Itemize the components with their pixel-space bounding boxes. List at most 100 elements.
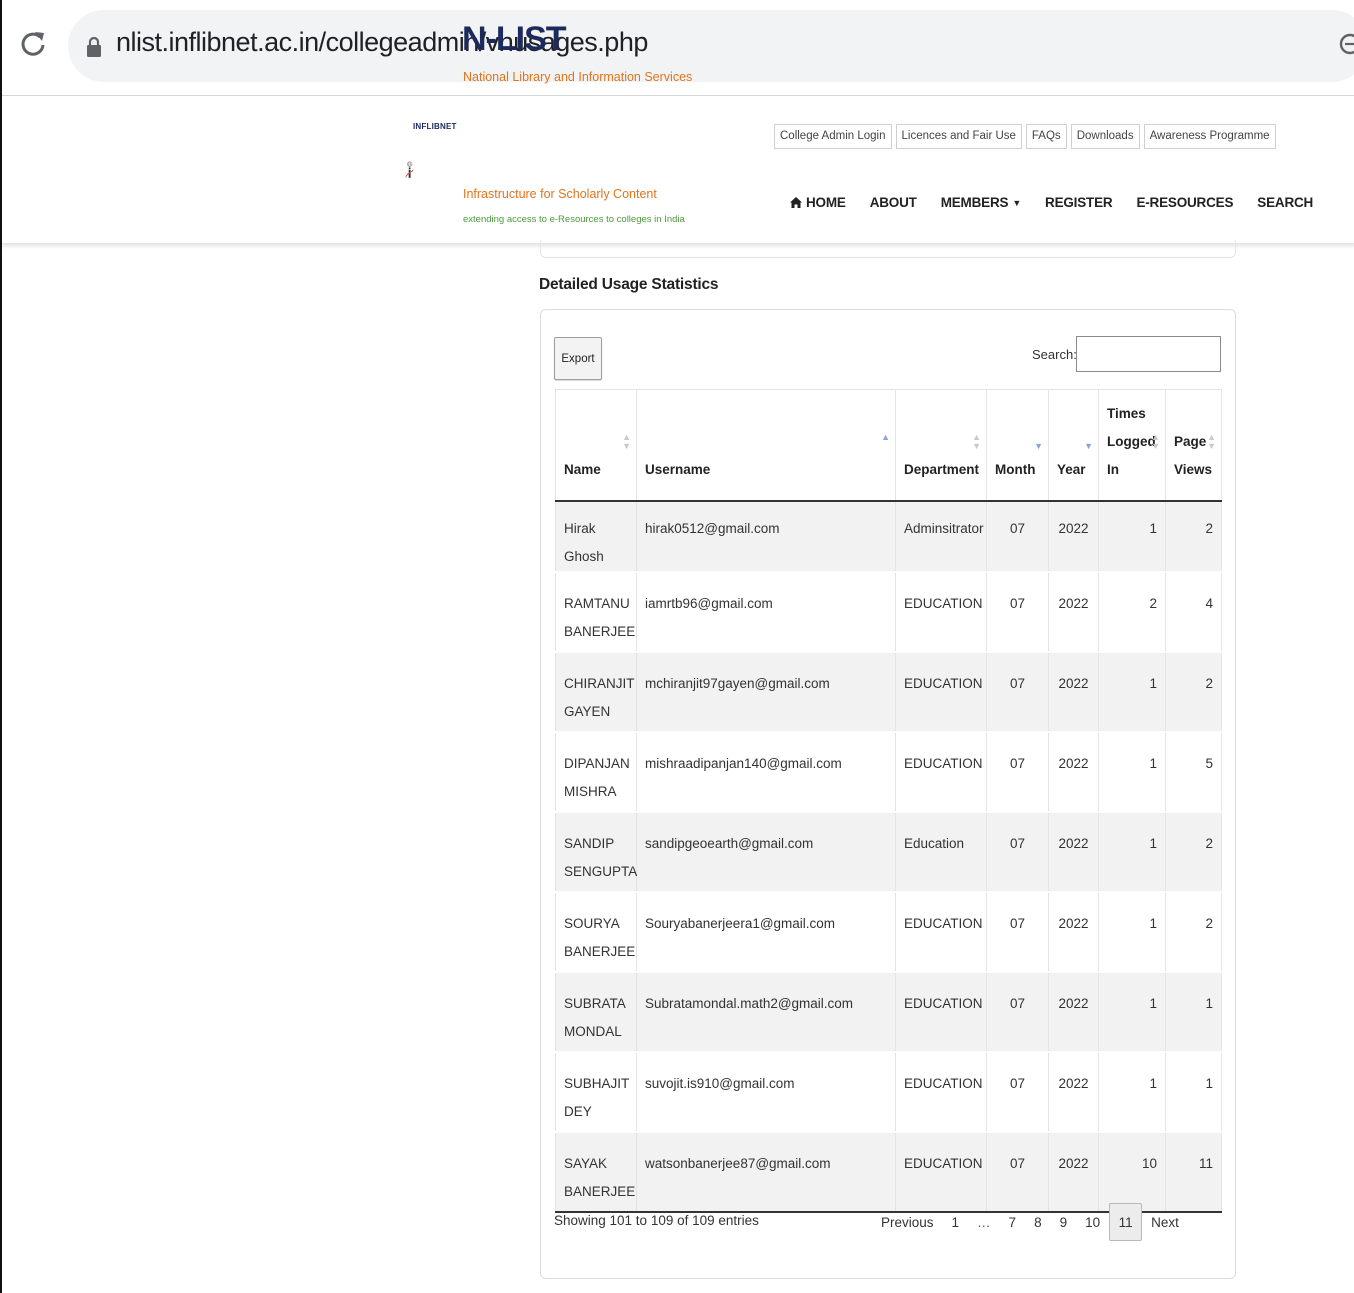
cell-username: Subratamondal.math2@gmail.com bbox=[636, 970, 896, 1052]
col-month-header[interactable]: Month ▼ bbox=[986, 389, 1049, 502]
cell-username: mishraadipanjan140@gmail.com bbox=[636, 730, 896, 812]
col-username-header[interactable]: Username ▲ bbox=[636, 389, 896, 502]
zoom-icon[interactable] bbox=[1338, 32, 1354, 62]
sort-both-icon: ▲ ▼ bbox=[1207, 431, 1216, 451]
table-row: SUBRATA MONDAL Subratamondal.math2@gmail… bbox=[555, 970, 1222, 1052]
page-11-current[interactable]: 11 bbox=[1109, 1203, 1143, 1241]
page-8[interactable]: 8 bbox=[1025, 1203, 1051, 1241]
reload-icon[interactable] bbox=[18, 28, 48, 62]
cell-year: 2022 bbox=[1048, 1050, 1099, 1132]
usage-table: Name ▲ ▼ Username ▲ Department ▲ ▼ Month ▼… bbox=[555, 389, 1222, 1213]
search-input[interactable] bbox=[1076, 336, 1221, 372]
cell-month: 07 bbox=[986, 1050, 1049, 1132]
cell-username: suvojit.is910@gmail.com bbox=[636, 1050, 896, 1132]
page-10[interactable]: 10 bbox=[1076, 1203, 1109, 1241]
faqs-link[interactable]: FAQs bbox=[1025, 124, 1067, 149]
cell-name: Hirak Ghosh bbox=[555, 499, 637, 572]
nav-home-label: HOME bbox=[806, 195, 846, 210]
cell-year: 2022 bbox=[1048, 570, 1099, 652]
cell-department: EDUCATION bbox=[895, 1130, 987, 1213]
cell-times: 10 bbox=[1098, 1130, 1166, 1213]
cell-month: 07 bbox=[986, 499, 1049, 572]
college-admin-login-link[interactable]: College Admin Login bbox=[774, 124, 892, 149]
page-previous[interactable]: Previous bbox=[872, 1203, 943, 1241]
cell-views: 2 bbox=[1165, 810, 1222, 892]
table-row: CHIRANJIT GAYEN mchiranjit97gayen@gmail.… bbox=[555, 650, 1222, 732]
cell-year: 2022 bbox=[1048, 499, 1099, 572]
col-times-label-2: Logged bbox=[1107, 433, 1156, 449]
col-department-header[interactable]: Department ▲ ▼ bbox=[895, 389, 987, 502]
cell-times: 1 bbox=[1098, 1050, 1166, 1132]
page-next[interactable]: Next bbox=[1142, 1203, 1188, 1241]
cell-views: 4 bbox=[1165, 570, 1222, 652]
table-header-row: Name ▲ ▼ Username ▲ Department ▲ ▼ Month ▼… bbox=[555, 389, 1222, 502]
cell-year: 2022 bbox=[1048, 1130, 1099, 1213]
col-username-label: Username bbox=[645, 461, 711, 477]
nav-eresources[interactable]: E-RESOURCES bbox=[1136, 195, 1233, 210]
cell-times: 1 bbox=[1098, 730, 1166, 812]
awareness-link[interactable]: Awareness Programme bbox=[1143, 124, 1276, 149]
nav-about[interactable]: ABOUT bbox=[870, 195, 917, 210]
search-label: Search: bbox=[1032, 347, 1077, 362]
inflibnet-globe-logo-icon[interactable] bbox=[405, 115, 455, 227]
col-name-header[interactable]: Name ▲ ▼ bbox=[555, 389, 637, 502]
previous-panel-edge bbox=[540, 240, 1236, 258]
table-info: Showing 101 to 109 of 109 entries bbox=[554, 1213, 759, 1228]
cell-department: EDUCATION bbox=[895, 650, 987, 732]
cell-department: Adminsitrator bbox=[895, 499, 987, 572]
sort-both-icon: ▲ ▼ bbox=[622, 431, 631, 451]
cell-views: 11 bbox=[1165, 1130, 1222, 1213]
page-9[interactable]: 9 bbox=[1051, 1203, 1077, 1241]
cell-name: CHIRANJIT GAYEN bbox=[555, 650, 637, 732]
cell-views: 2 bbox=[1165, 890, 1222, 972]
cell-year: 2022 bbox=[1048, 730, 1099, 812]
inflibnet-label: INFLIBNET bbox=[413, 122, 457, 131]
col-year-header[interactable]: Year ▼ bbox=[1048, 389, 1099, 502]
nav-members[interactable]: MEMBERS ▼ bbox=[941, 195, 1022, 210]
page-7[interactable]: 7 bbox=[1000, 1203, 1026, 1241]
licences-link[interactable]: Licences and Fair Use bbox=[895, 124, 1022, 149]
col-times-label-1: Times bbox=[1107, 405, 1146, 421]
cell-name: SUBRATA MONDAL bbox=[555, 970, 637, 1052]
nav-register[interactable]: REGISTER bbox=[1045, 195, 1113, 210]
cell-month: 07 bbox=[986, 650, 1049, 732]
address-url[interactable]: nlist.inflibnet.ac.in/collegeadmin/vnusa… bbox=[116, 27, 648, 58]
downloads-link[interactable]: Downloads bbox=[1070, 124, 1140, 149]
cell-views: 1 bbox=[1165, 970, 1222, 1052]
cell-times: 1 bbox=[1098, 890, 1166, 972]
sort-desc-icon: ▼ bbox=[1084, 440, 1093, 451]
nav-search[interactable]: SEARCH bbox=[1257, 195, 1313, 210]
top-links: College Admin Login Licences and Fair Us… bbox=[774, 124, 1276, 149]
cell-times: 1 bbox=[1098, 970, 1166, 1052]
table-row: DIPANJAN MISHRA mishraadipanjan140@gmail… bbox=[555, 730, 1222, 812]
main-nav: HOME ABOUT MEMBERS ▼ REGISTER E-RESOURCE… bbox=[790, 195, 1313, 210]
col-name-label: Name bbox=[564, 461, 601, 477]
nlist-title[interactable]: N-LIST bbox=[462, 20, 567, 59]
cell-times: 2 bbox=[1098, 570, 1166, 652]
cell-year: 2022 bbox=[1048, 890, 1099, 972]
cell-department: EDUCATION bbox=[895, 890, 987, 972]
cell-views: 5 bbox=[1165, 730, 1222, 812]
page-1[interactable]: 1 bbox=[943, 1203, 969, 1241]
cell-department: EDUCATION bbox=[895, 1050, 987, 1132]
cell-month: 07 bbox=[986, 970, 1049, 1052]
export-button[interactable]: Export bbox=[554, 337, 602, 380]
sort-asc-icon: ▲ bbox=[881, 431, 890, 442]
cell-username: iamrtb96@gmail.com bbox=[636, 570, 896, 652]
nav-home[interactable]: HOME bbox=[790, 195, 846, 210]
cell-name: SANDIP SENGUPTA bbox=[555, 810, 637, 892]
col-views-header[interactable]: Page Views ▲ ▼ bbox=[1165, 389, 1222, 502]
cell-username: mchiranjit97gayen@gmail.com bbox=[636, 650, 896, 732]
logo-tagline: extending access to e-Resources to colle… bbox=[463, 214, 685, 225]
col-year-label: Year bbox=[1057, 461, 1086, 477]
cell-username: watsonbanerjee87@gmail.com bbox=[636, 1130, 896, 1213]
cell-times: 1 bbox=[1098, 650, 1166, 732]
col-times-header[interactable]: Times Logged In ▲ ▼ bbox=[1098, 389, 1166, 502]
lock-icon[interactable] bbox=[86, 36, 102, 58]
cell-views: 1 bbox=[1165, 1050, 1222, 1132]
cell-username: sandipgeoearth@gmail.com bbox=[636, 810, 896, 892]
sort-desc-icon: ▼ bbox=[1034, 440, 1043, 451]
cell-department: EDUCATION bbox=[895, 730, 987, 812]
chevron-down-icon: ▼ bbox=[1012, 197, 1022, 208]
col-month-label: Month bbox=[995, 461, 1036, 477]
